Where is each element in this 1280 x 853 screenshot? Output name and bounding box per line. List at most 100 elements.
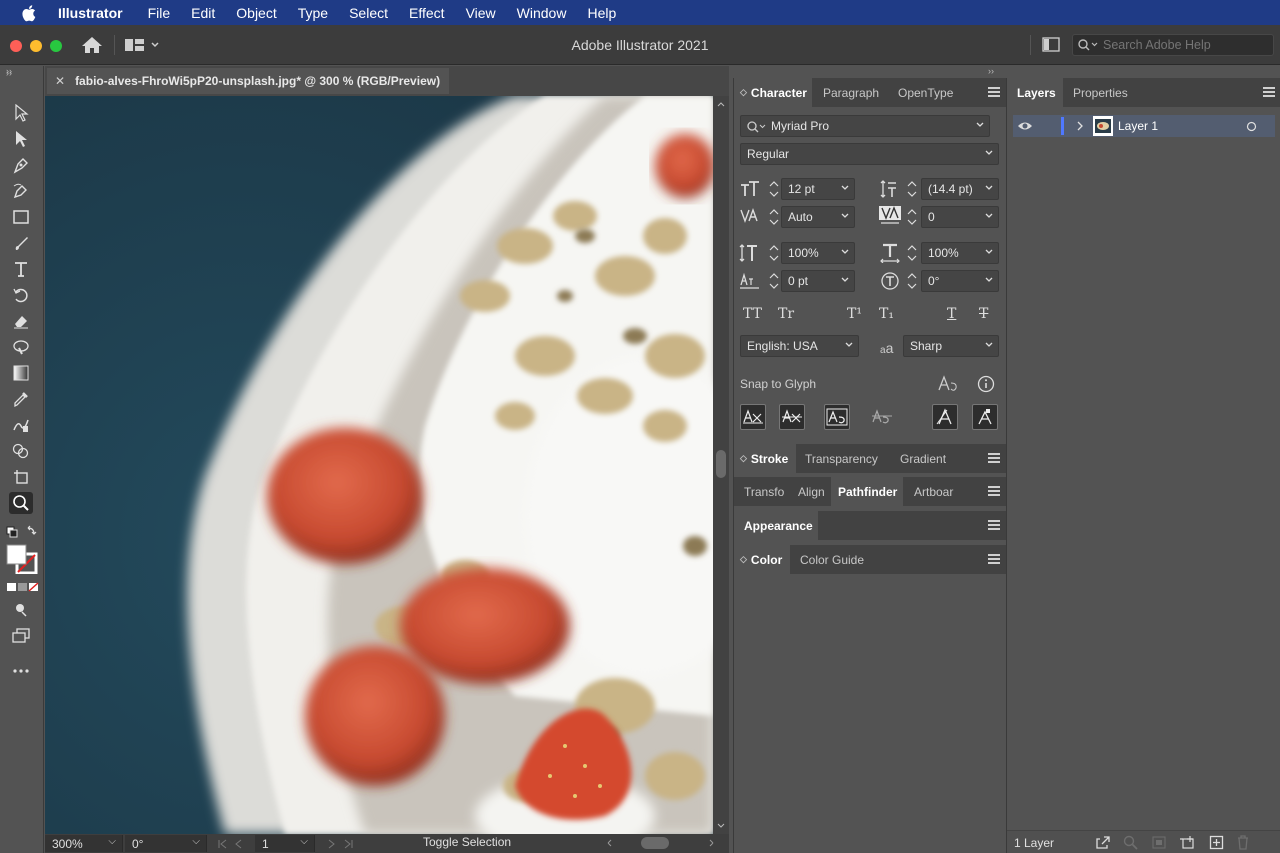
vertical-scale-field[interactable]: 100% (781, 242, 855, 264)
info-icon[interactable] (977, 375, 995, 393)
help-search-input[interactable] (1103, 38, 1263, 52)
tab-pathfinder[interactable]: Pathfinder (831, 477, 903, 506)
panel-menu-icon[interactable] (988, 486, 1000, 496)
leading-stepper[interactable] (905, 178, 919, 200)
font-family-dropdown[interactable]: Myriad Pro (740, 115, 990, 137)
fill-stroke-swatch-icon[interactable] (4, 544, 40, 574)
tab-appearance[interactable]: Appearance (734, 511, 818, 540)
character-rotation-field[interactable]: 0° (921, 270, 999, 292)
color-gradient-none-icon[interactable] (4, 580, 40, 594)
collapse-icon[interactable]: ›› (6, 66, 12, 76)
scrollbar-thumb[interactable] (716, 450, 726, 478)
menu-file[interactable]: File (148, 5, 171, 21)
new-layer-icon[interactable] (1209, 835, 1224, 850)
kerning-field[interactable]: Auto (781, 206, 855, 228)
panel-menu-icon[interactable] (1263, 87, 1275, 97)
tracking-stepper[interactable] (905, 206, 919, 228)
language-dropdown[interactable]: English: USA (740, 335, 859, 357)
font-size-field[interactable]: 12 pt (781, 178, 855, 200)
artboard-canvas[interactable] (45, 96, 713, 834)
shape-builder-tool-icon[interactable] (9, 440, 33, 462)
tab-properties[interactable]: Properties (1073, 78, 1128, 107)
menu-effect[interactable]: Effect (409, 5, 445, 21)
small-caps-button[interactable]: Tr (778, 306, 794, 322)
menu-object[interactable]: Object (236, 5, 276, 21)
rotate-tool-icon[interactable] (9, 284, 33, 306)
underline-button[interactable]: T (947, 306, 956, 322)
expand-arrow-icon[interactable] (1075, 120, 1085, 132)
tab-color[interactable]: ◇ Color (734, 545, 790, 574)
snap-proximity-button[interactable] (869, 404, 895, 430)
horizontal-scale-stepper[interactable] (905, 242, 919, 264)
panel-menu-icon[interactable] (988, 453, 1000, 463)
warp-tool-icon[interactable] (9, 336, 33, 358)
eyedropper-tool-icon[interactable] (9, 388, 33, 410)
tab-opentype[interactable]: OpenType (898, 78, 953, 107)
tab-layers[interactable]: Layers (1007, 78, 1063, 107)
artboard-nav-prev-icon[interactable] (215, 837, 255, 851)
baseline-shift-field[interactable]: 0 pt (781, 270, 855, 292)
horizontal-scale-field[interactable]: 100% (921, 242, 999, 264)
menu-type[interactable]: Type (298, 5, 328, 21)
vertical-scrollbar[interactable] (713, 96, 729, 834)
status-text[interactable]: Toggle Selection (423, 835, 511, 849)
tab-artboards[interactable]: Artboar (914, 477, 953, 506)
artboard-nav-next-icon[interactable] (321, 837, 361, 851)
kerning-stepper[interactable] (767, 206, 781, 228)
paintbrush-tool-icon[interactable] (9, 232, 33, 254)
close-tab-icon[interactable]: ✕ (55, 74, 65, 88)
rotation-dropdown[interactable]: 0° ⌵ (125, 835, 207, 852)
snap-x-height-button[interactable] (779, 404, 805, 430)
all-caps-button[interactable]: TT (743, 306, 762, 322)
screen-mode-icon[interactable] (9, 624, 33, 646)
apple-icon[interactable] (22, 4, 38, 22)
menu-view[interactable]: View (466, 5, 496, 21)
drawing-mode-icon[interactable] (9, 598, 33, 620)
visibility-eye-icon[interactable] (1017, 119, 1033, 133)
help-search-box[interactable] (1072, 34, 1274, 56)
vertical-scale-stepper[interactable] (767, 242, 781, 264)
tab-stroke[interactable]: ◇ Stroke (734, 444, 796, 473)
layer-name[interactable]: Layer 1 (1118, 119, 1158, 133)
arrange-documents-icon[interactable] (1042, 37, 1060, 52)
panel-menu-icon[interactable] (988, 520, 1000, 530)
new-sublayer-icon[interactable] (1179, 835, 1197, 850)
snap-glyph-bounds-button[interactable] (824, 404, 850, 430)
menu-edit[interactable]: Edit (191, 5, 215, 21)
antialias-dropdown[interactable]: Sharp (903, 335, 999, 357)
tab-color-guide[interactable]: Color Guide (800, 545, 864, 574)
tab-gradient[interactable]: Gradient (900, 444, 946, 473)
font-size-stepper[interactable] (767, 178, 781, 200)
anchor-point-button[interactable] (972, 404, 998, 430)
target-circle-icon[interactable] (1246, 121, 1257, 132)
scrollbar-thumb[interactable] (641, 837, 669, 849)
collapse-dock-icon[interactable]: ›› (988, 66, 994, 76)
default-fill-stroke-icon[interactable] (4, 521, 38, 543)
tab-paragraph[interactable]: Paragraph (823, 78, 879, 107)
panel-menu-icon[interactable] (988, 554, 1000, 564)
more-tools-icon[interactable] (9, 660, 33, 682)
document-tab[interactable]: ✕ fabio-alves-FhroWi5pP20-unsplash.jpg* … (47, 68, 449, 94)
superscript-button[interactable]: T¹ (847, 306, 862, 322)
tab-transform[interactable]: Transfo (744, 477, 784, 506)
export-icon[interactable] (1095, 835, 1111, 850)
type-tool-icon[interactable] (9, 258, 33, 280)
scroll-up-icon[interactable] (713, 99, 729, 109)
gradient-tool-icon[interactable] (9, 362, 33, 384)
strikethrough-button[interactable]: T (979, 306, 988, 322)
zoom-tool-icon[interactable] (9, 492, 33, 514)
tab-align[interactable]: Align (798, 477, 825, 506)
baseline-shift-stepper[interactable] (767, 270, 781, 292)
leading-field[interactable]: (14.4 pt) (921, 178, 999, 200)
subscript-button[interactable]: T₁ (879, 306, 894, 322)
blend-tool-icon[interactable] (9, 414, 33, 436)
tracking-field[interactable]: 0 (921, 206, 999, 228)
rectangle-tool-icon[interactable] (9, 206, 33, 228)
scroll-down-icon[interactable] (713, 821, 729, 831)
glyph-icon[interactable] (937, 374, 959, 392)
menu-help[interactable]: Help (587, 5, 616, 21)
layer-row[interactable]: Layer 1 (1013, 115, 1275, 137)
menu-select[interactable]: Select (349, 5, 388, 21)
menu-app-name[interactable]: Illustrator (58, 5, 123, 21)
artboard-number-dropdown[interactable]: 1 ⌵ (255, 835, 315, 852)
